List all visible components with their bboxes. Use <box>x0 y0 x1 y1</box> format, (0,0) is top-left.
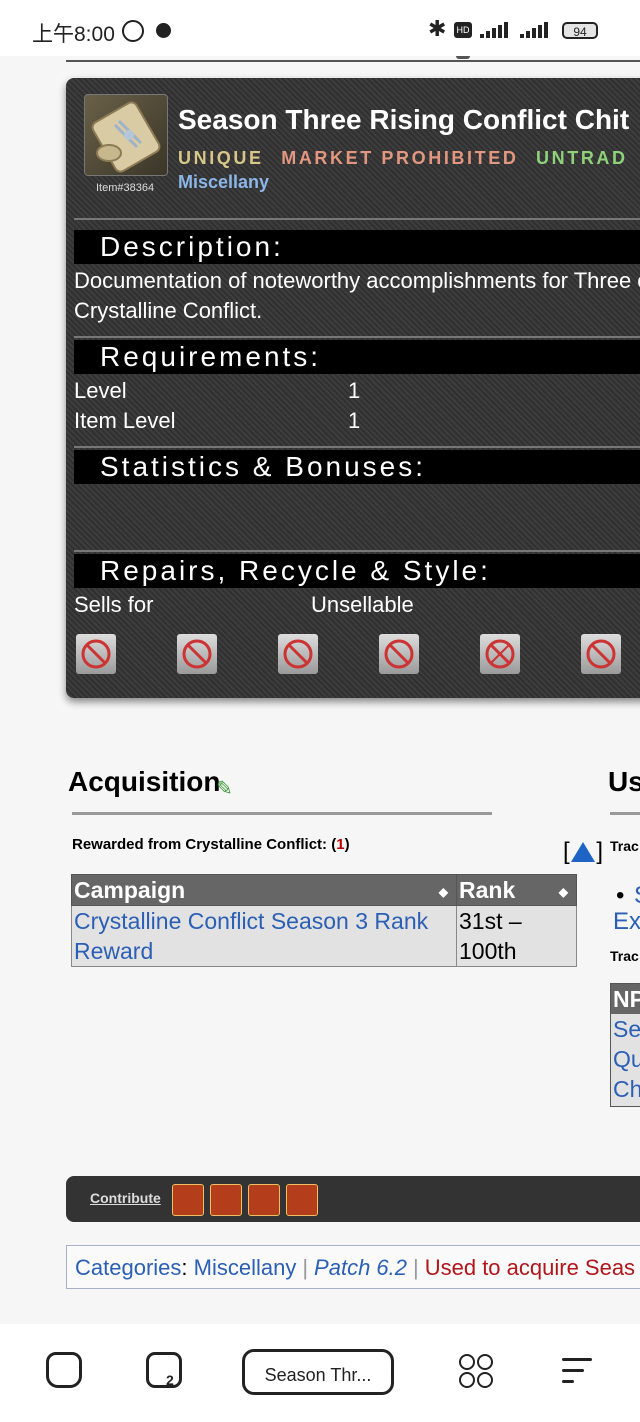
item-type-link[interactable]: Miscellany <box>178 172 269 193</box>
categories-bar: Categories: Miscellany | Patch 6.2 | Used to… <box>66 1245 640 1289</box>
trade-text: Trac <box>610 838 639 854</box>
requirements-header: Requirements: <box>74 340 640 374</box>
menu-icon[interactable] <box>562 1358 592 1384</box>
divider <box>74 550 640 552</box>
repairs-header: Repairs, Recycle & Style: <box>74 554 640 588</box>
categories-label[interactable]: Categories <box>75 1255 181 1280</box>
tabs-icon[interactable] <box>146 1352 182 1388</box>
edit-pencil-icon[interactable]: ✎ <box>216 776 233 801</box>
collapse-triangle-icon[interactable] <box>571 842 595 862</box>
item-name: Season Three Rising Conflict Chit <box>178 104 630 135</box>
alarm-icon <box>122 20 144 42</box>
divider <box>74 336 640 338</box>
rank-cell: 31st – 100th <box>456 905 577 967</box>
notification-dot-icon <box>156 23 171 38</box>
section-ornament <box>610 812 640 815</box>
scroll-icon <box>84 94 168 176</box>
rewarded-suffix: ) <box>344 836 350 853</box>
used-item-link[interactable]: S <box>634 882 640 910</box>
rewarded-count: 1 <box>336 836 345 853</box>
battery-indicator: 94 <box>562 22 598 39</box>
trade-text: Trac <box>610 948 639 964</box>
rewarded-prefix: Rewarded from Crystalline Conflict: ( <box>72 836 337 853</box>
card-icon[interactable] <box>210 1184 242 1216</box>
table-row: Crystalline Conflict Season 3 Rank Rewar… <box>71 905 577 967</box>
rewarded-from-text: Rewarded from Crystalline Conflict: (1) <box>72 836 350 853</box>
flag-market-prohibited: MARKET PROHIBITED <box>281 148 519 168</box>
campaign-link[interactable]: Crystalline Conflict Season 3 Rank Rewar… <box>74 908 428 964</box>
npc-row-link[interactable]: Sea <box>613 1016 640 1043</box>
requirement-level-value: 1 <box>348 378 361 403</box>
bullet: • <box>616 882 625 909</box>
hd-badge: HD <box>454 22 472 38</box>
page-content: Item#38364 Season Three Rising Conflict … <box>0 56 640 1324</box>
signal-icon <box>480 22 550 38</box>
home-icon[interactable] <box>46 1352 82 1388</box>
statistics-header: Statistics & Bonuses: <box>74 450 640 484</box>
no-dye-icon <box>278 634 318 674</box>
npc-table: NP Sea Qu Ch <box>610 983 640 1107</box>
campaign-header-label: Campaign <box>74 876 186 903</box>
item-flags: UNIQUE MARKET PROHIBITED UNTRAD <box>178 148 628 169</box>
status-bar: 上午8:00 ✱ HD 94 <box>0 0 640 56</box>
acquisition-heading: Acquisition <box>68 766 221 797</box>
category-link[interactable]: Miscellany <box>194 1255 297 1280</box>
no-glamour-icon <box>480 634 520 674</box>
flag-untradable: UNTRAD <box>536 148 628 168</box>
browser-navbar: 2 Season Thr... <box>0 1324 640 1422</box>
address-bar[interactable]: Season Thr... <box>242 1349 394 1395</box>
column-header-campaign[interactable]: Campaign ◆ <box>71 874 457 906</box>
divider <box>74 446 640 448</box>
no-repair-icon <box>76 634 116 674</box>
category-link[interactable]: Patch 6.2 <box>314 1255 407 1280</box>
requirement-item-level-value: 1 <box>348 408 361 433</box>
item-id: Item#38364 <box>96 182 155 194</box>
divider-mark <box>456 56 470 59</box>
document-icon[interactable] <box>172 1184 204 1216</box>
bluetooth-icon: ✱ <box>428 16 447 41</box>
trophy-icon[interactable] <box>248 1184 280 1216</box>
contribute-bar: Contribute <box>66 1176 640 1222</box>
category-link[interactable]: Used to acquire Seas <box>425 1255 635 1280</box>
npc-header: NP <box>611 984 640 1014</box>
no-materia-icon <box>379 634 419 674</box>
section-ornament <box>72 812 492 815</box>
column-header-rank[interactable]: Rank ◆ <box>456 874 577 906</box>
rank-header-label: Rank <box>459 876 516 903</box>
description-header: Description: <box>74 230 640 264</box>
sort-icon[interactable]: ◆ <box>559 885 568 899</box>
acquisition-table: Campaign ◆ Rank ◆ Crystalline Conflict S… <box>71 874 577 967</box>
tab-count: 2 <box>166 1372 174 1388</box>
divider <box>66 60 640 62</box>
item-tooltip: Item#38364 Season Three Rising Conflict … <box>66 78 640 698</box>
status-time: 上午8:00 <box>32 23 115 46</box>
contribute-link[interactable]: Contribute <box>90 1190 161 1206</box>
npc-row-link[interactable]: Qu <box>613 1046 640 1073</box>
flag-unique: UNIQUE <box>178 148 264 168</box>
no-store-icon <box>581 634 621 674</box>
sells-for-value: Unsellable <box>311 592 414 617</box>
description-text: Documentation of noteworthy accomplishme… <box>74 268 640 323</box>
used-item-link-continued[interactable]: Ex <box>613 908 640 936</box>
used-heading: Us <box>608 766 640 797</box>
apps-grid-icon[interactable] <box>459 1354 493 1388</box>
npc-row-link[interactable]: Ch <box>613 1076 640 1103</box>
no-desynth-icon <box>177 634 217 674</box>
divider <box>74 218 640 220</box>
sort-icon[interactable]: ◆ <box>439 885 448 899</box>
quill-icon[interactable] <box>286 1184 318 1216</box>
